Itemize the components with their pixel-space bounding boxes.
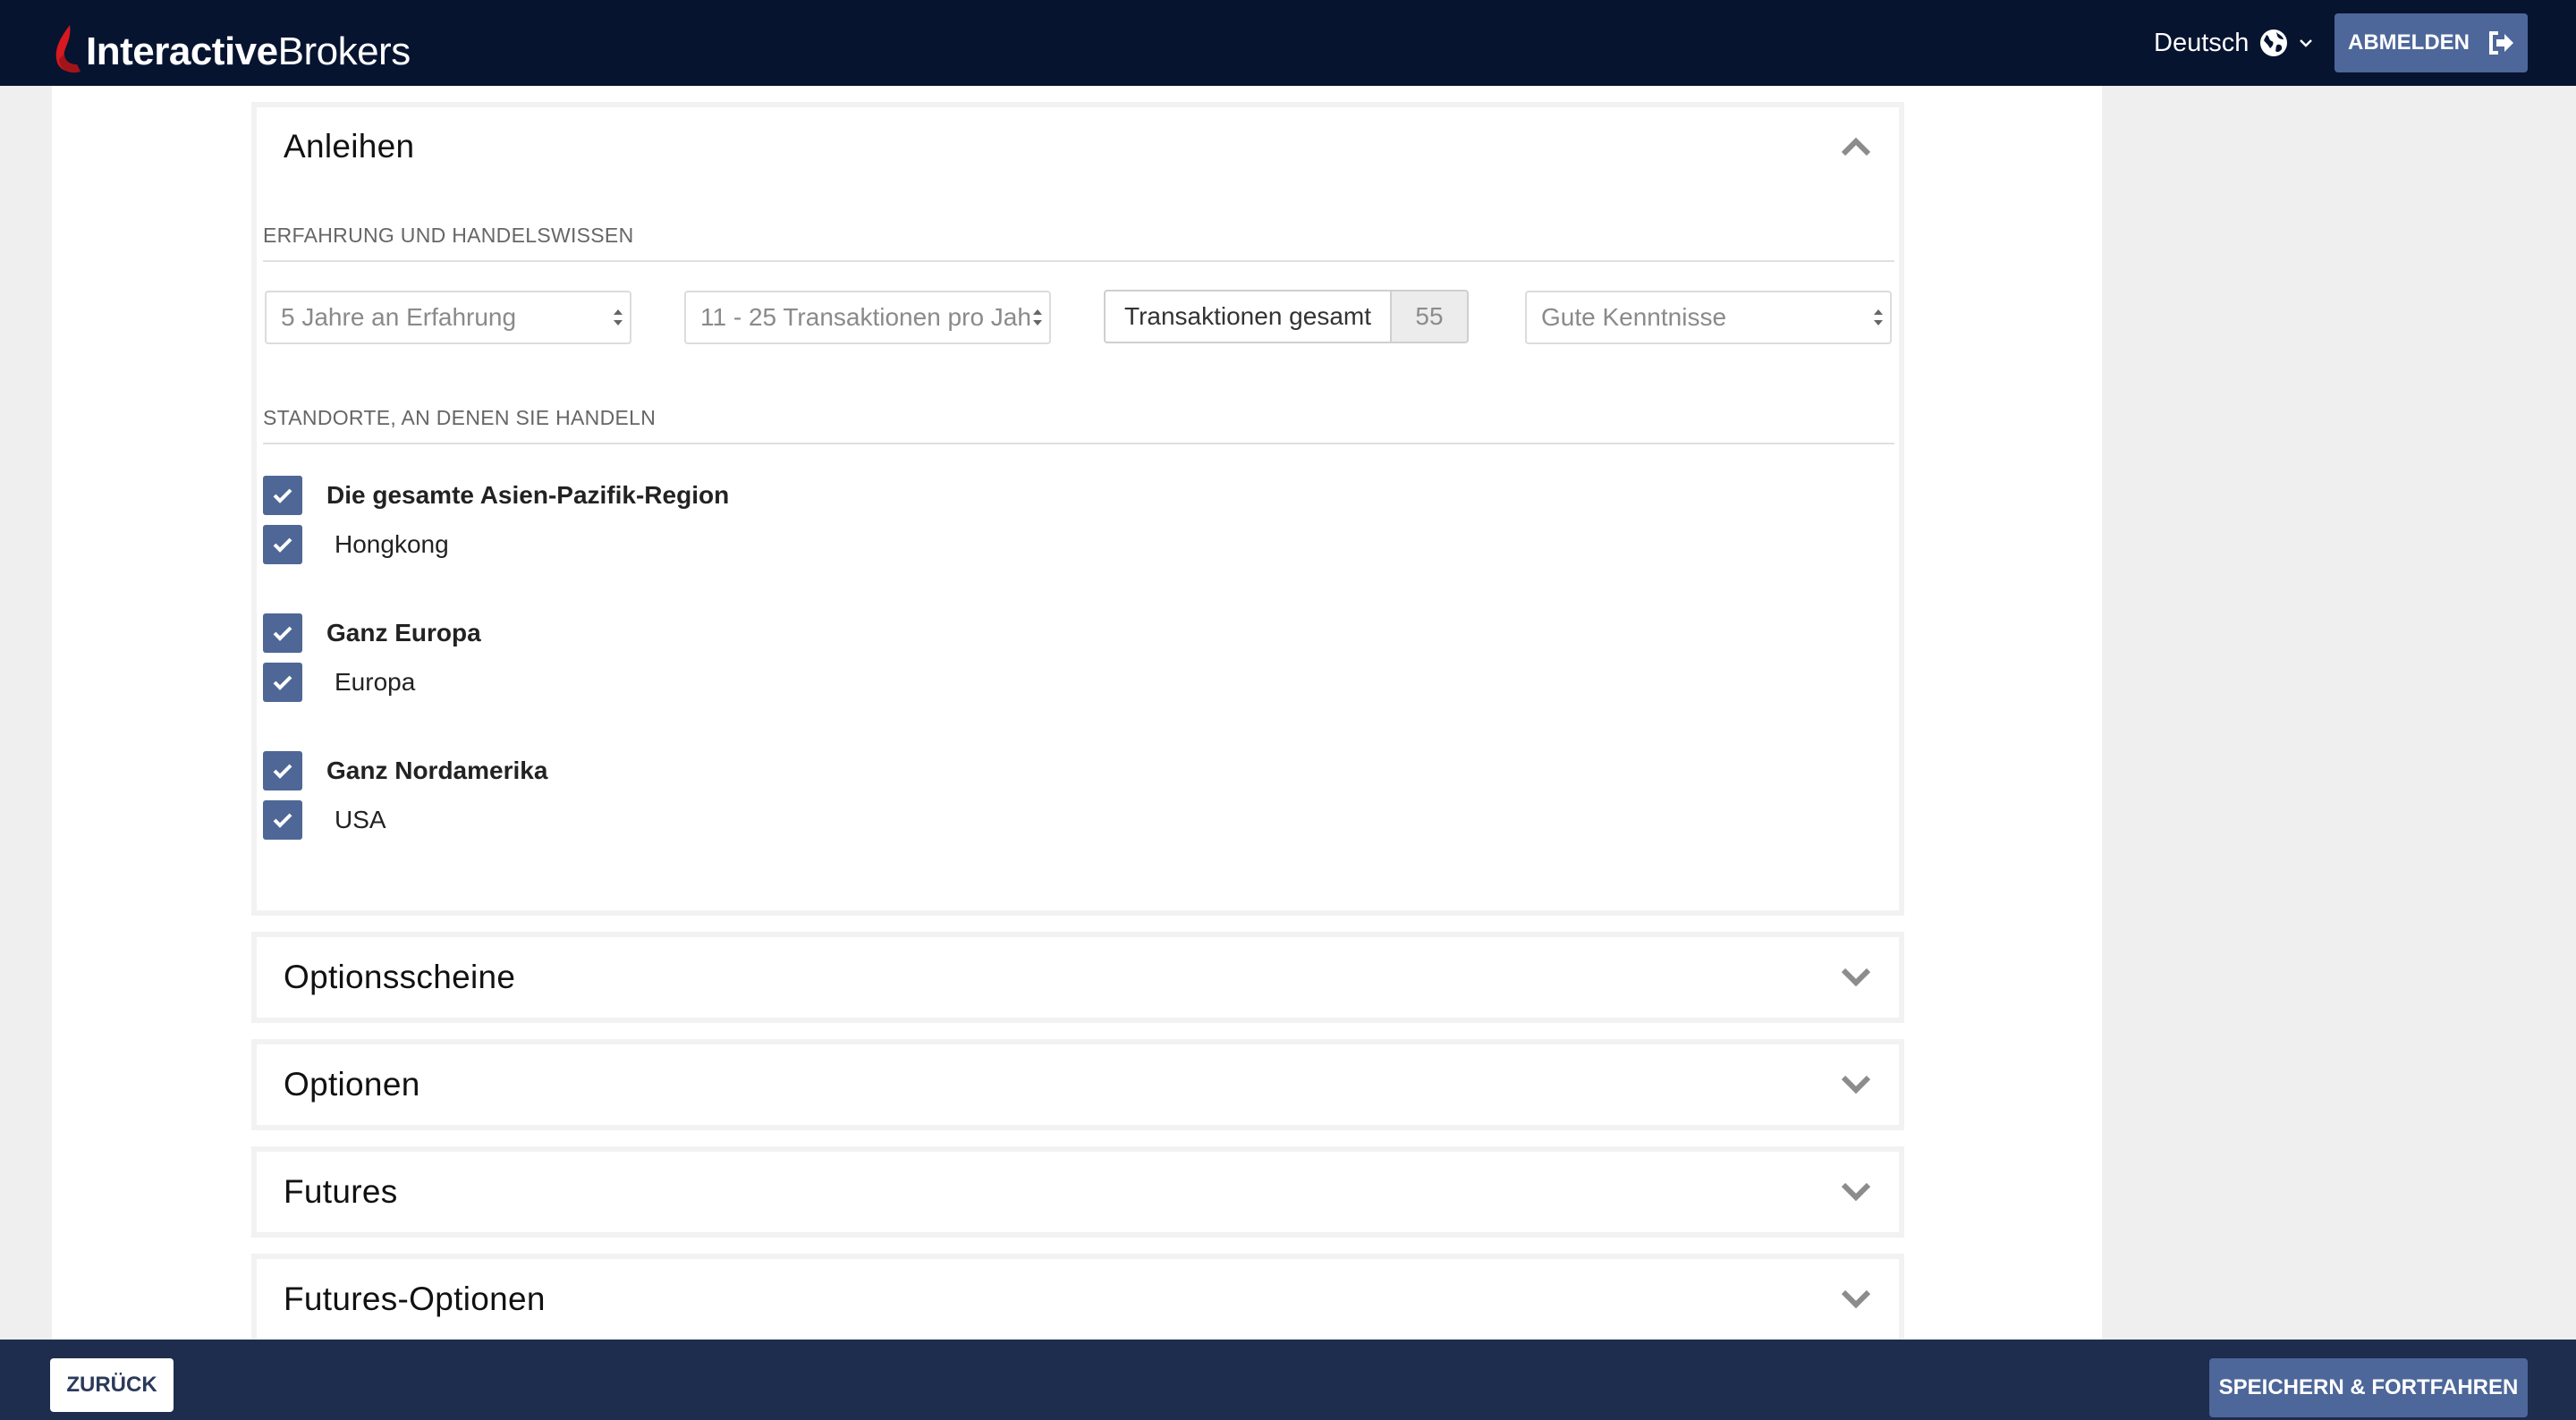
language-selector[interactable]: Deutsch (2154, 23, 2313, 63)
checkmark-icon (273, 488, 292, 503)
checkmark-icon (273, 813, 292, 828)
logout-button[interactable]: ABMELDEN (2334, 13, 2528, 72)
panel-title: Futures (284, 1173, 398, 1210)
country-checkbox[interactable] (263, 525, 302, 564)
chevron-down-icon[interactable] (1840, 1289, 1872, 1310)
chevron-down-icon[interactable] (1840, 1074, 1872, 1095)
panel-title: Optionen (284, 1066, 420, 1103)
region-checkbox[interactable] (263, 476, 302, 515)
checkmark-icon (273, 764, 292, 779)
panel-title: Optionsscheine (284, 959, 516, 995)
transactions-per-year-select[interactable]: 11 - 25 Transaktionen pro Jahr (684, 291, 1051, 344)
select-arrows-icon (1872, 306, 1885, 329)
save-and-continue-button[interactable]: SPEICHERN & FORTFAHREN (2209, 1358, 2528, 1417)
country-checkbox[interactable] (263, 800, 302, 840)
region-checkbox[interactable] (263, 613, 302, 653)
country-label: Europa (335, 668, 416, 696)
knowledge-level-value: Gute Kenntnisse (1541, 303, 1727, 331)
language-label: Deutsch (2154, 28, 2250, 57)
logo-flame-icon (55, 25, 80, 73)
options-panel[interactable]: Optionen (251, 1039, 1904, 1130)
globe-icon (2260, 30, 2288, 56)
region-row: Ganz Nordamerika (263, 751, 547, 790)
country-label: Hongkong (335, 530, 449, 558)
chevron-up-icon[interactable] (1840, 136, 1872, 157)
options-panel-header[interactable]: Optionen (257, 1044, 1899, 1125)
bottom-action-bar: ZURÜCK SPEICHERN & FORTFAHREN (0, 1340, 2576, 1420)
experience-years-select[interactable]: 5 Jahre an Erfahrung (265, 291, 631, 344)
region-label: Ganz Nordamerika (326, 756, 548, 784)
region-checkbox[interactable] (263, 751, 302, 790)
futures-panel-header[interactable]: Futures (257, 1152, 1899, 1232)
warrants-panel[interactable]: Optionsscheine (251, 932, 1904, 1023)
total-transactions-value: 55 (1392, 290, 1469, 343)
total-transactions-label: Transaktionen gesamt (1104, 290, 1392, 343)
chevron-down-icon[interactable] (1840, 1181, 1872, 1203)
total-transactions-field: Transaktionen gesamt 55 (1104, 290, 1469, 343)
knowledge-level-select[interactable]: Gute Kenntnisse (1525, 291, 1892, 344)
country-row: Hongkong (263, 525, 449, 564)
top-navigation-bar: InteractiveBrokers Deutsch ABMELDEN (0, 0, 2576, 86)
futures-options-panel-header[interactable]: Futures-Optionen (257, 1259, 1899, 1340)
region-row: Die gesamte Asien-Pazifik-Region (263, 476, 729, 515)
bonds-panel: Anleihen ERFAHRUNG UND HANDELSWISSEN 5 J… (251, 102, 1904, 916)
warrants-panel-header[interactable]: Optionsscheine (257, 937, 1899, 1018)
futures-options-panel[interactable]: Futures-Optionen (251, 1254, 1904, 1345)
country-row: USA (263, 800, 386, 840)
region-label: Ganz Europa (326, 619, 481, 647)
back-button[interactable]: ZURÜCK (50, 1358, 174, 1412)
logo-wordmark: InteractiveBrokers (86, 30, 411, 73)
experience-section-label: ERFAHRUNG UND HANDELSWISSEN (263, 224, 1894, 262)
country-row: Europa (263, 663, 415, 702)
country-checkbox[interactable] (263, 663, 302, 702)
panel-title: Anleihen (284, 128, 415, 165)
checkmark-icon (273, 626, 292, 641)
panel-title: Futures-Optionen (284, 1281, 546, 1317)
chevron-down-icon (2300, 39, 2313, 47)
checkmark-icon (273, 537, 292, 553)
country-label: USA (335, 806, 386, 833)
futures-panel[interactable]: Futures (251, 1146, 1904, 1238)
interactive-brokers-logo[interactable]: InteractiveBrokers (52, 18, 411, 75)
select-arrows-icon (1031, 306, 1044, 329)
logout-label: ABMELDEN (2348, 30, 2470, 55)
bonds-panel-header[interactable]: Anleihen (257, 107, 1899, 186)
sign-out-icon (2489, 31, 2513, 55)
chevron-down-icon[interactable] (1840, 967, 1872, 988)
locations-section-label: STANDORTE, AN DENEN SIE HANDELN (263, 406, 1894, 444)
region-row: Ganz Europa (263, 613, 481, 653)
region-label: Die gesamte Asien-Pazifik-Region (326, 481, 730, 509)
select-arrows-icon (612, 306, 624, 329)
transactions-per-year-value: 11 - 25 Transaktionen pro Jahr (700, 303, 1040, 331)
experience-years-value: 5 Jahre an Erfahrung (281, 303, 517, 331)
checkmark-icon (273, 675, 292, 690)
